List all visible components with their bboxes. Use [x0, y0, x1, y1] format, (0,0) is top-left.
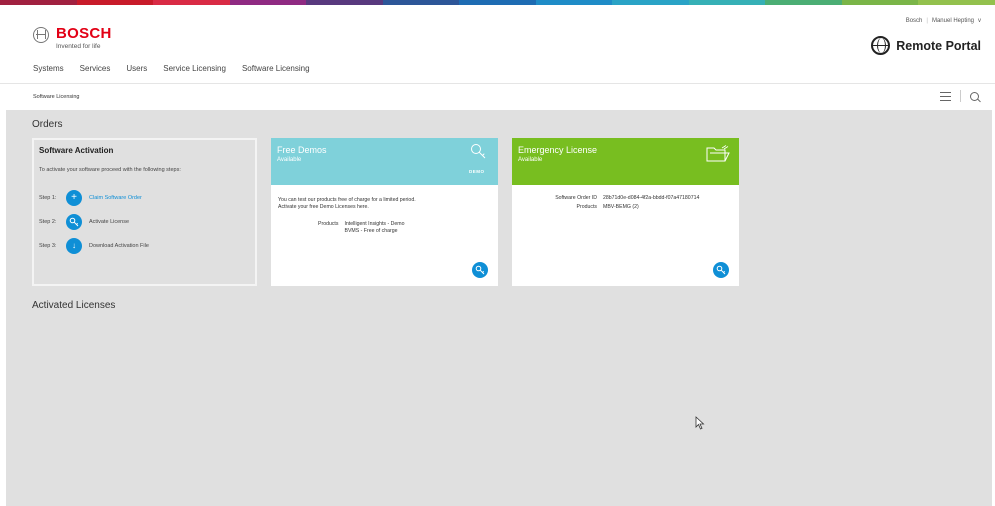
step-label: Step 1:	[39, 195, 57, 201]
search-icon[interactable]	[970, 91, 979, 101]
portal-title: Remote Portal	[871, 36, 981, 55]
globe-icon	[871, 36, 891, 55]
free-demos-card[interactable]: Free Demos Available DEMO You can test o…	[271, 138, 498, 286]
main-content: Orders Software Activation To activate y…	[6, 110, 992, 506]
product-item: BVMS - Free of charge	[344, 228, 398, 234]
free-demos-title: Free Demos	[277, 145, 327, 155]
portal-label: Remote Portal	[896, 38, 981, 53]
user-menu-button[interactable]: Manuel Hepting	[932, 18, 974, 24]
emergency-license-status: Available	[518, 157, 543, 163]
mouse-cursor-icon	[695, 416, 705, 430]
divider	[960, 90, 961, 102]
company-link[interactable]: Bosch	[906, 18, 923, 24]
free-demos-text-2: Activate your free Demo Licenses here.	[278, 204, 369, 210]
products-label: Products	[576, 204, 597, 210]
order-id-label: Software Order ID	[555, 195, 597, 201]
claim-software-order-link[interactable]: Claim Software Order	[89, 195, 142, 201]
brand-name: BOSCH	[56, 25, 112, 42]
nav-item-service-licensing[interactable]: Service Licensing	[163, 62, 226, 84]
activate-license-text: Activate License	[89, 219, 130, 225]
list-view-icon[interactable]	[940, 91, 951, 101]
download-icon: ↓	[66, 238, 82, 254]
demo-key-icon: DEMO	[469, 143, 489, 174]
bosch-logo[interactable]: BOSCH Invented for life	[33, 26, 112, 50]
emergency-license-header: Emergency License Available	[512, 138, 739, 185]
download-activation-file-text: Download Activation File	[89, 243, 149, 249]
orders-title: Orders	[32, 119, 63, 130]
free-demos-body: You can test our products free of charge…	[271, 185, 498, 247]
nav-item-services[interactable]: Services	[80, 62, 111, 84]
activation-description: To activate your software proceed with t…	[39, 167, 181, 173]
separator: |	[926, 18, 928, 24]
folder-icon	[706, 145, 730, 168]
header: BOSCH Invented for life Bosch | Manuel H…	[0, 5, 995, 84]
products-value: MBV-BEMG (2)	[603, 204, 639, 210]
step-activate: Step 2: Activate License	[39, 214, 129, 230]
emergency-license-title: Emergency License	[518, 145, 598, 155]
emergency-license-body: Software Order ID 28b71d0e-d084-4f2a-bbd…	[512, 185, 739, 223]
product-item: Intelligent Insights - Demo	[344, 221, 405, 227]
order-id-value: 28b71d0e-d084-4f2a-bbdd-f07a47180714	[603, 195, 700, 201]
activated-licenses-title: Activated Licenses	[32, 300, 116, 311]
products-label: Products	[318, 221, 339, 227]
key-icon	[66, 214, 82, 230]
free-demos-text-1: You can test our products free of charge…	[278, 197, 416, 203]
chevron-down-icon[interactable]: v	[978, 18, 981, 24]
step-label: Step 3:	[39, 243, 57, 249]
main-nav: Systems Services Users Service Licensing…	[33, 62, 326, 84]
activation-title: Software Activation	[39, 146, 114, 155]
brand-tagline: Invented for life	[56, 43, 101, 50]
nav-item-systems[interactable]: Systems	[33, 62, 64, 84]
software-activation-panel: Software Activation To activate your sof…	[32, 138, 257, 286]
emergency-license-card[interactable]: Emergency License Available Software Ord…	[512, 138, 739, 286]
activate-emergency-button[interactable]	[713, 262, 729, 278]
step-label: Step 2:	[39, 219, 57, 225]
free-demos-status: Available	[277, 157, 302, 163]
free-demos-header: Free Demos Available DEMO	[271, 138, 498, 185]
demo-badge: DEMO	[469, 169, 485, 174]
breadcrumb[interactable]: Software Licensing	[33, 94, 79, 100]
bosch-armature-icon	[33, 27, 49, 43]
nav-item-users[interactable]: Users	[126, 62, 147, 84]
plus-icon[interactable]: +	[66, 190, 82, 206]
step-claim: Step 1: + Claim Software Order	[39, 190, 142, 206]
step-download: Step 3: ↓ Download Activation File	[39, 238, 149, 254]
breadcrumb-bar: Software Licensing	[0, 83, 995, 110]
nav-item-software-licensing[interactable]: Software Licensing	[241, 62, 310, 84]
activate-demo-button[interactable]	[472, 262, 488, 278]
user-menu: Bosch | Manuel Hepting v	[906, 18, 981, 24]
